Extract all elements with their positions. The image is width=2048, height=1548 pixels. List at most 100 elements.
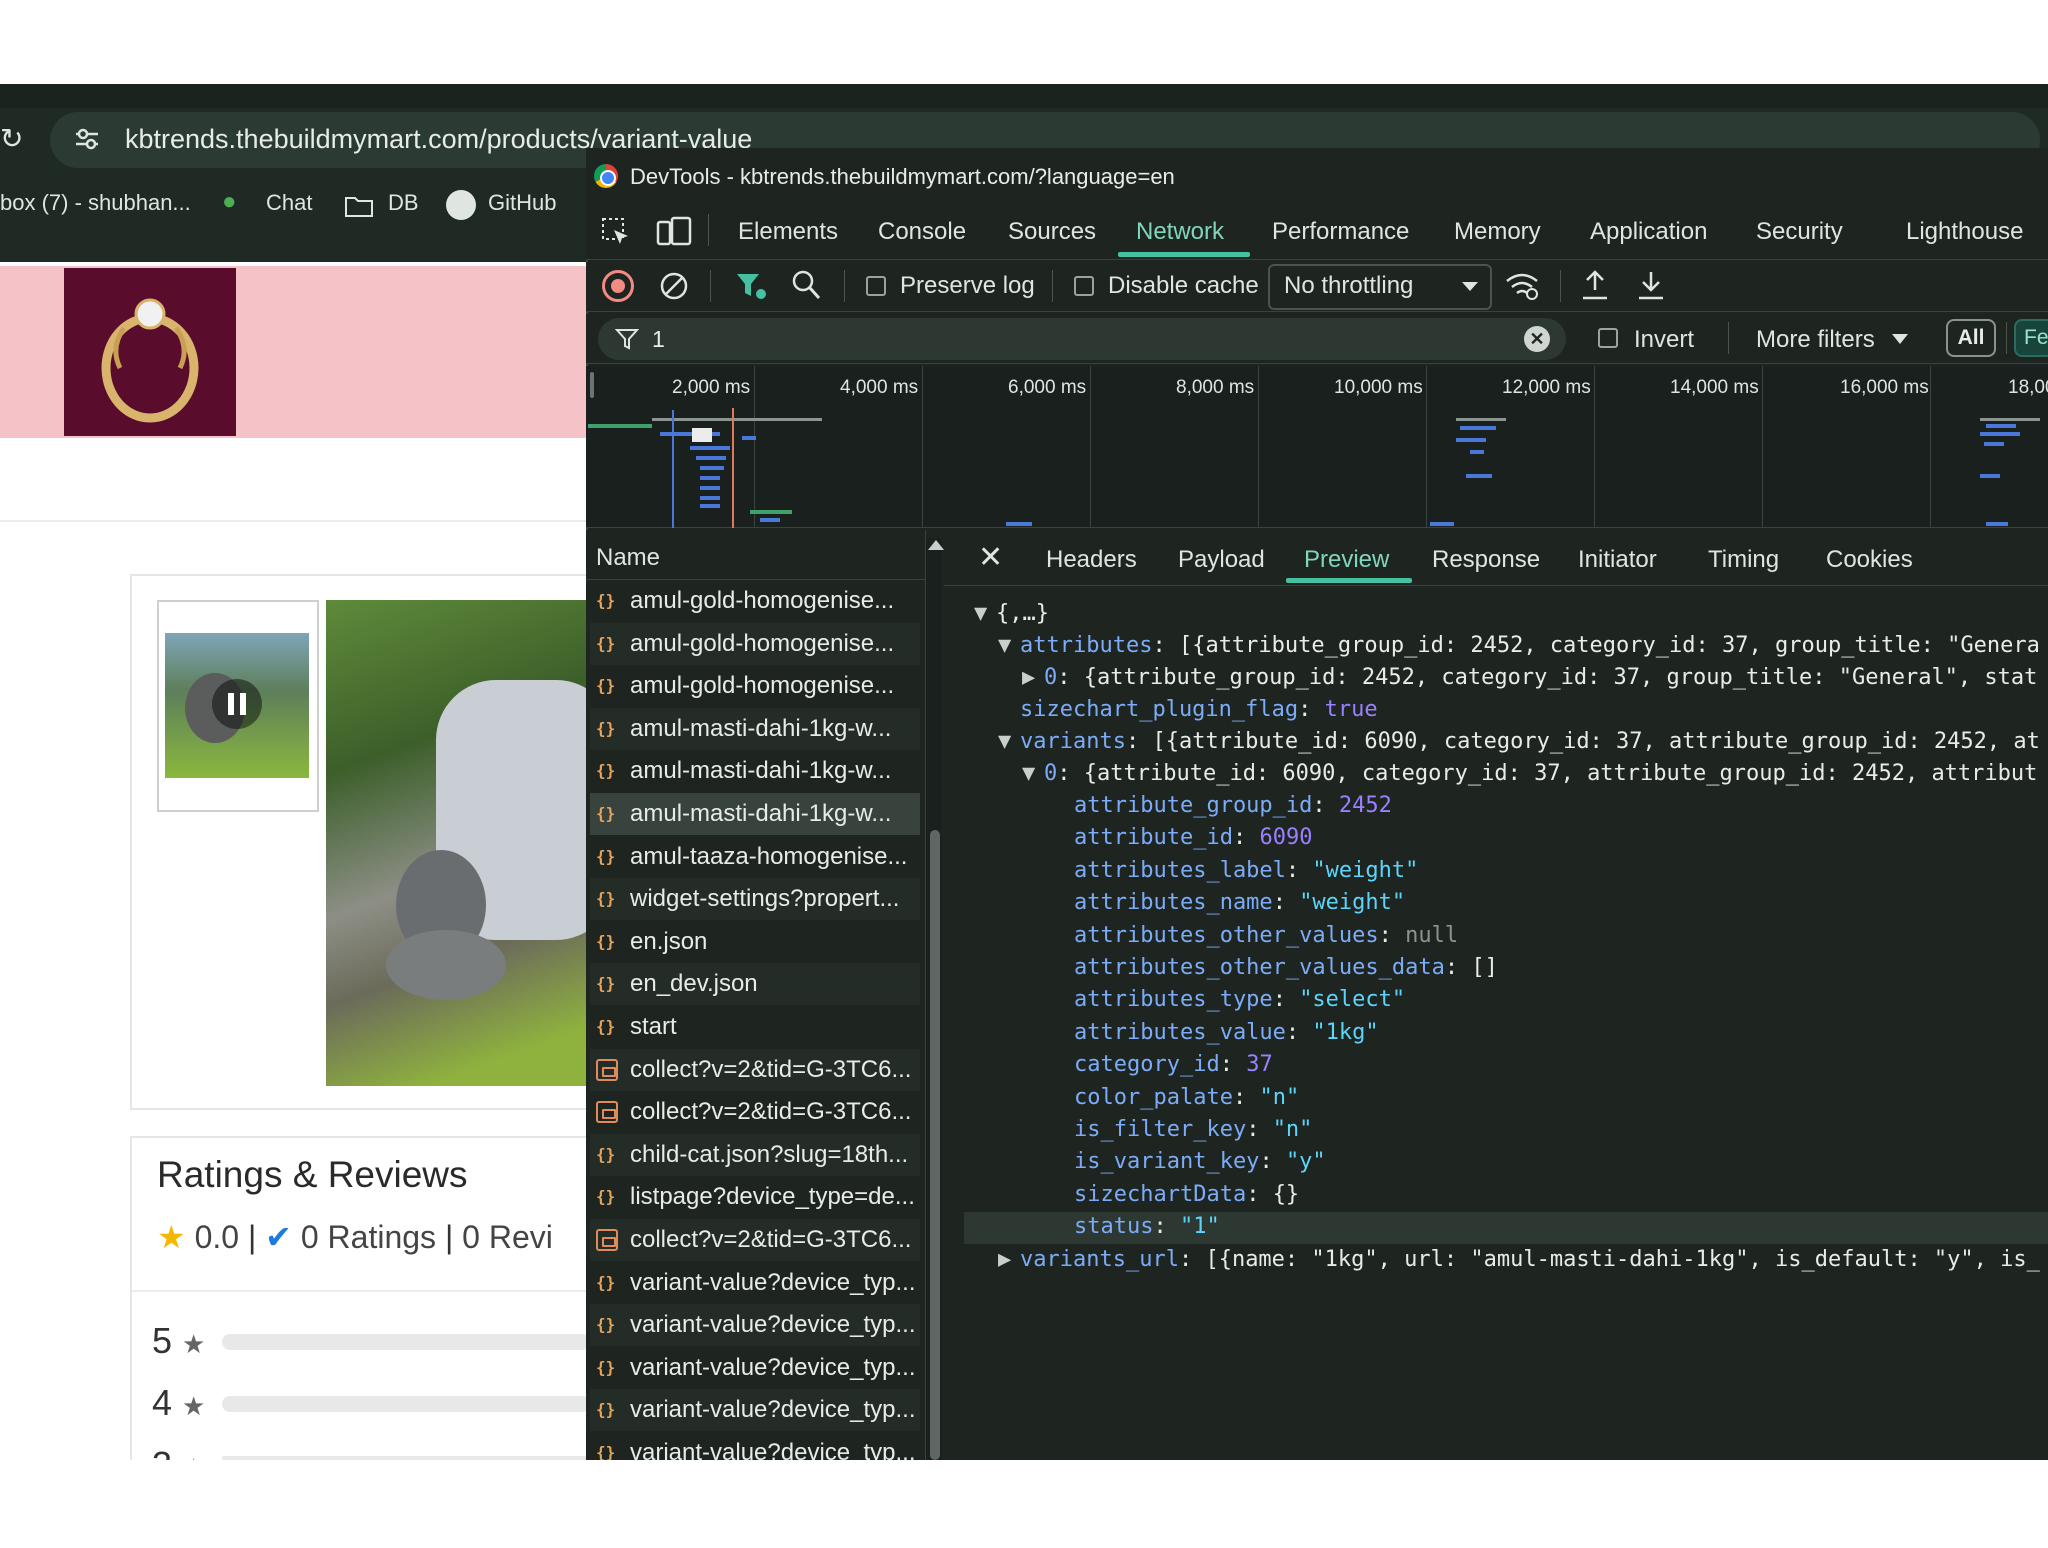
tab-performance[interactable]: Performance [1272,218,1409,246]
tab-preview[interactable]: Preview [1304,546,1389,574]
waterfall-bar [692,428,712,442]
json-variants-0-line[interactable]: ▼ 0: {attribute_id: 6090, category_id: 37… [1022,758,2037,790]
tab-application[interactable]: Application [1590,218,1707,246]
filter-all-button[interactable]: All [1946,319,1996,357]
filter-icon[interactable] [734,270,768,302]
request-name[interactable]: start [630,1013,677,1040]
json-variants-url-line[interactable]: ▶ variants_url: [{name: "1kg", url: "amul… [998,1244,2040,1276]
request-row[interactable]: collect?v=2&tid=G-3TC6... [590,1091,920,1133]
bookmark-db[interactable]: DB [388,190,419,216]
tab-console[interactable]: Console [878,218,966,246]
request-row[interactable]: collect?v=2&tid=G-3TC6... [590,1219,920,1261]
filter-value[interactable]: 1 [652,326,665,353]
bookmark-chat[interactable]: Chat [266,190,312,216]
export-har-icon[interactable] [1636,268,1666,302]
request-row[interactable]: {} variant-value?device_typ... [590,1304,920,1347]
request-row[interactable]: {} amul-gold-homogenise... [590,665,920,707]
request-row[interactable]: {} amul-masti-dahi-1kg-w... [590,750,920,792]
request-name[interactable]: variant-value?device_typ... [630,1354,916,1381]
request-name[interactable]: collect?v=2&tid=G-3TC6... [630,1226,911,1253]
overview-handle[interactable] [590,372,594,398]
request-row[interactable]: {} amul-masti-dahi-1kg-w... [590,793,920,835]
preserve-log-label[interactable]: Preserve log [900,272,1035,300]
request-name[interactable]: amul-taaza-homogenise... [630,843,907,870]
invert-checkbox[interactable] [1598,328,1618,348]
tab-headers[interactable]: Headers [1046,546,1137,574]
tab-cookies[interactable]: Cookies [1826,546,1913,574]
request-row[interactable]: {} amul-taaza-homogenise... [590,836,920,878]
ring-logo[interactable] [64,268,236,436]
request-name[interactable]: en_dev.json [630,970,758,997]
request-name[interactable]: listpage?device_type=de... [630,1183,915,1210]
request-name[interactable]: amul-gold-homogenise... [630,587,894,614]
tab-timing[interactable]: Timing [1708,546,1779,574]
request-row[interactable]: {} amul-masti-dahi-1kg-w... [590,707,920,750]
request-row[interactable]: {} variant-value?device_typ... [590,1262,920,1304]
tab-sources[interactable]: Sources [1008,218,1096,246]
request-name[interactable]: variant-value?device_typ... [630,1311,916,1338]
import-har-icon[interactable] [1580,268,1610,302]
throttling-value[interactable]: No throttling [1284,272,1413,300]
inspect-element-icon[interactable] [600,216,632,248]
preserve-log-checkbox[interactable] [866,276,886,296]
reload-icon[interactable]: ↻ [0,122,23,155]
request-name[interactable]: variant-value?device_typ... [630,1269,916,1296]
request-row[interactable]: {} widget-settings?propert... [590,878,920,921]
json-variants-line[interactable]: ▼ variants: [{attribute_id: 6090, categor… [998,726,2040,758]
search-icon[interactable] [790,268,822,302]
request-row[interactable]: {} en.json [590,921,920,963]
request-row[interactable]: {} child-cat.json?slug=18th... [590,1133,920,1176]
tab-initiator[interactable]: Initiator [1578,546,1657,574]
invert-label[interactable]: Invert [1634,326,1694,354]
request-name[interactable]: amul-masti-dahi-1kg-w... [630,757,891,784]
request-name[interactable]: amul-masti-dahi-1kg-w... [630,800,891,827]
request-row[interactable]: {} listpage?device_type=de... [590,1176,920,1218]
request-name[interactable]: collect?v=2&tid=G-3TC6... [630,1098,911,1125]
main-video-frame[interactable] [326,600,590,1086]
filter-input[interactable] [598,318,1566,360]
tab-payload[interactable]: Payload [1178,546,1265,574]
request-name[interactable]: amul-masti-dahi-1kg-w... [630,715,891,742]
network-conditions-icon[interactable] [1504,270,1540,302]
json-attributes-line[interactable]: ▼ attributes: [{attribute_group_id: 2452,… [998,630,2040,662]
request-name[interactable]: child-cat.json?slug=18th... [630,1141,908,1168]
pause-icon[interactable] [212,679,262,729]
name-header-label[interactable]: Name [596,544,660,572]
request-row[interactable]: collect?v=2&tid=G-3TC6... [590,1048,920,1091]
clear-icon[interactable] [658,270,690,302]
filter-fetch-button[interactable]: Fe [2014,319,2048,357]
disable-cache-label[interactable]: Disable cache [1108,272,1259,300]
request-name[interactable]: widget-settings?propert... [630,885,899,912]
json-root-line[interactable]: ▼ {,…} [974,598,1049,630]
scrollbar-thumb[interactable] [930,830,940,1460]
bookmark-inbox[interactable]: box (7) - shubhan... [0,190,191,216]
tab-network[interactable]: Network [1136,218,1224,246]
device-toolbar-icon[interactable] [656,216,692,248]
disable-cache-checkbox[interactable] [1074,276,1094,296]
tab-response[interactable]: Response [1432,546,1540,574]
scroll-up-icon[interactable] [928,540,944,550]
request-row[interactable]: {} variant-value?device_typ... [590,1347,920,1389]
tab-memory[interactable]: Memory [1454,218,1541,246]
json-attributes-0-line[interactable]: ▶ 0: {attribute_group_id: 2452, category_… [1022,662,2037,694]
request-row[interactable]: {} amul-gold-homogenise... [590,622,920,665]
tab-security[interactable]: Security [1756,218,1843,246]
site-settings-icon[interactable] [72,124,102,154]
request-name[interactable]: collect?v=2&tid=G-3TC6... [630,1056,911,1083]
request-name[interactable]: variant-value?device_typ... [630,1396,916,1423]
request-row[interactable]: {} amul-gold-homogenise... [590,580,920,622]
request-row[interactable]: {} variant-value?device_typ... [590,1389,920,1432]
request-row[interactable]: {} start [590,1006,920,1048]
request-name[interactable]: amul-gold-homogenise... [630,630,894,657]
request-name[interactable]: en.json [630,928,707,955]
request-row[interactable]: {} en_dev.json [590,963,920,1006]
more-filters-button[interactable]: More filters [1756,326,1875,354]
close-icon[interactable]: ✕ [978,540,1003,575]
tab-elements[interactable]: Elements [738,218,838,246]
clear-filter-icon[interactable]: ✕ [1524,326,1550,352]
request-name[interactable]: amul-gold-homogenise... [630,672,894,699]
tab-lighthouse[interactable]: Lighthouse [1906,218,2023,246]
bookmark-github[interactable]: GitHub [488,190,556,216]
network-overview[interactable] [586,366,2048,528]
record-stop-icon[interactable] [602,270,634,302]
